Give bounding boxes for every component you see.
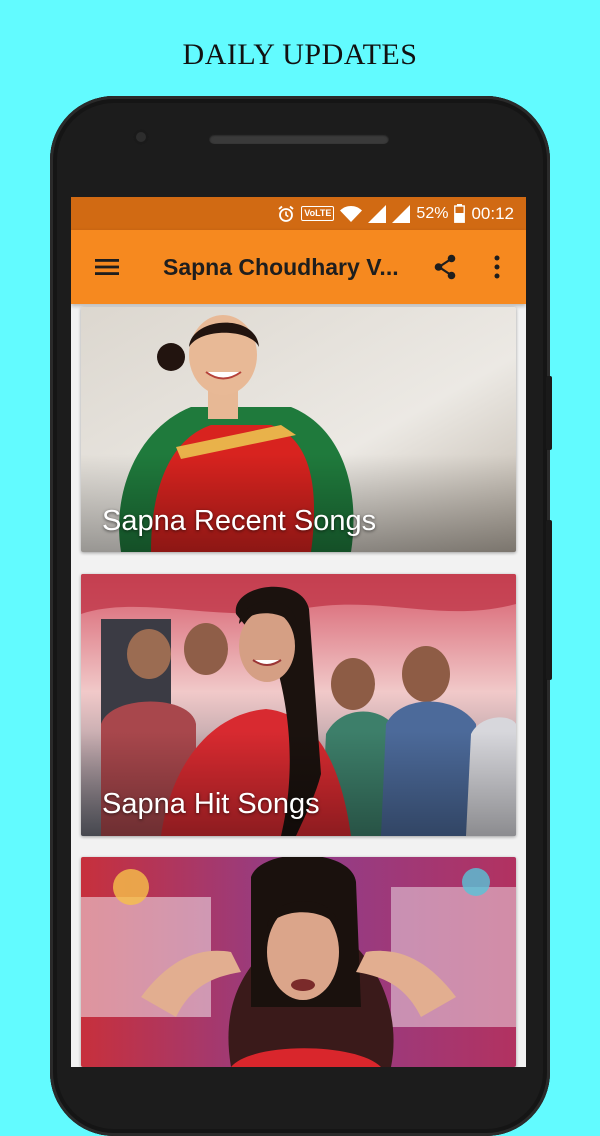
earpiece-speaker xyxy=(209,134,389,144)
volte-badge: VoLTE xyxy=(301,206,335,221)
category-card-recent[interactable]: Sapna Recent Songs xyxy=(81,307,516,552)
volume-button xyxy=(546,520,552,680)
battery-icon xyxy=(454,204,466,223)
share-icon[interactable] xyxy=(423,230,467,304)
wifi-icon xyxy=(340,205,363,222)
more-vert-icon[interactable] xyxy=(477,230,517,304)
alarm-icon xyxy=(278,205,294,222)
phone-screen: VoLTE 52% 00:12 Sapna Choudhary V... Sap… xyxy=(71,197,526,1067)
clock: 00:12 xyxy=(471,203,514,223)
battery-percent: 52% xyxy=(416,204,449,222)
category-card-hit[interactable]: Sapna Hit Songs xyxy=(81,574,516,836)
front-camera xyxy=(133,129,149,145)
card-label: Sapna Hit Songs xyxy=(102,788,320,820)
hamburger-menu-icon[interactable] xyxy=(85,230,129,304)
status-bar: VoLTE 52% 00:12 xyxy=(71,197,526,230)
power-button xyxy=(546,376,552,450)
app-title: Sapna Choudhary V... xyxy=(163,254,399,280)
category-card-third[interactable] xyxy=(81,857,516,1067)
signal-icon xyxy=(392,204,411,223)
promo-title: DAILY UPDATES xyxy=(182,38,418,71)
app-bar: Sapna Choudhary V... xyxy=(71,230,526,304)
card-thumbnail xyxy=(81,857,516,1067)
card-label: Sapna Recent Songs xyxy=(102,505,377,537)
signal-icon xyxy=(368,204,387,223)
